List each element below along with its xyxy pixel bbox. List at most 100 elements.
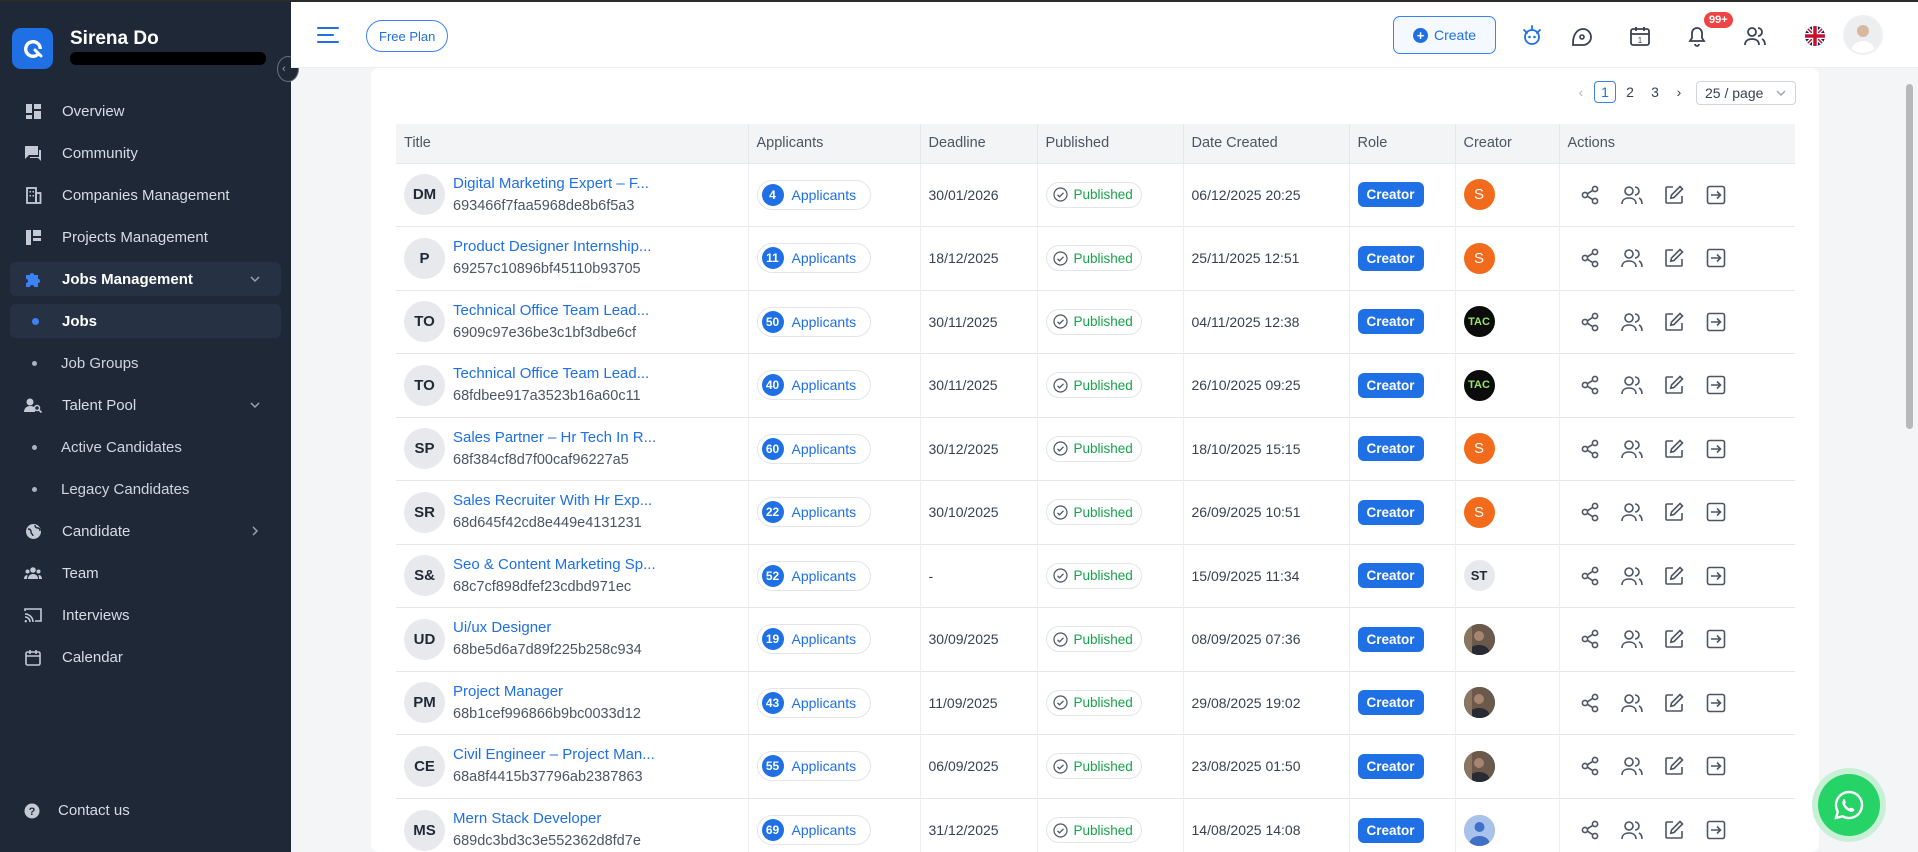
- share-icon[interactable]: [1578, 754, 1602, 778]
- job-title-link[interactable]: Technical Office Team Lead...: [453, 300, 649, 322]
- view-applicants-icon[interactable]: [1620, 691, 1644, 715]
- column-header-role[interactable]: Role: [1349, 124, 1456, 163]
- open-job-icon[interactable]: [1704, 691, 1728, 715]
- contact-us-link[interactable]: ? Contact us: [24, 802, 130, 819]
- creator-avatar[interactable]: S: [1463, 496, 1495, 528]
- share-icon[interactable]: [1578, 437, 1602, 461]
- job-title-link[interactable]: Ui/ux Designer: [453, 617, 642, 639]
- view-applicants-icon[interactable]: [1620, 754, 1644, 778]
- creator-avatar[interactable]: [1463, 623, 1495, 655]
- column-header-title[interactable]: Title: [396, 124, 749, 163]
- sidebar-item-projects[interactable]: Projects Management: [10, 220, 281, 254]
- view-applicants-icon[interactable]: [1620, 818, 1644, 842]
- applicants-badge[interactable]: 4 Applicants: [756, 179, 872, 210]
- page-scrollbar[interactable]: [1906, 84, 1913, 429]
- view-applicants-icon[interactable]: [1620, 437, 1644, 461]
- sidebar-item-job-groups[interactable]: Job Groups: [10, 346, 281, 380]
- edit-icon[interactable]: [1662, 564, 1686, 588]
- open-job-icon[interactable]: [1704, 246, 1728, 270]
- bell-icon[interactable]: [1685, 24, 1709, 48]
- brand[interactable]: Sirena Do: [12, 28, 266, 69]
- column-header-creator[interactable]: Creator: [1455, 124, 1560, 163]
- column-header-published[interactable]: Published: [1037, 124, 1184, 163]
- user-avatar[interactable]: [1843, 15, 1883, 55]
- applicants-badge[interactable]: 55 Applicants: [756, 751, 872, 782]
- sidebar-item-interviews[interactable]: Interviews: [10, 598, 281, 632]
- applicants-badge[interactable]: 22 Applicants: [756, 497, 872, 528]
- creator-avatar[interactable]: S: [1463, 433, 1495, 465]
- create-button[interactable]: + Create: [1393, 16, 1496, 54]
- creator-avatar[interactable]: TAC: [1463, 369, 1495, 401]
- share-icon[interactable]: [1578, 564, 1602, 588]
- pagination-page-1[interactable]: 1: [1594, 81, 1616, 103]
- share-icon[interactable]: [1578, 373, 1602, 397]
- open-job-icon[interactable]: [1704, 818, 1728, 842]
- share-icon[interactable]: [1578, 183, 1602, 207]
- column-header-applicants[interactable]: Applicants: [748, 124, 921, 163]
- edit-icon[interactable]: [1662, 691, 1686, 715]
- pagination-prev[interactable]: ‹: [1570, 81, 1592, 103]
- edit-icon[interactable]: [1662, 754, 1686, 778]
- share-icon[interactable]: [1578, 500, 1602, 524]
- sidebar-item-team[interactable]: Team: [10, 556, 281, 590]
- view-applicants-icon[interactable]: [1620, 373, 1644, 397]
- view-applicants-icon[interactable]: [1620, 183, 1644, 207]
- edit-icon[interactable]: [1662, 627, 1686, 651]
- creator-avatar[interactable]: [1463, 814, 1495, 846]
- creator-avatar[interactable]: S: [1463, 179, 1495, 211]
- creator-avatar[interactable]: [1463, 687, 1495, 719]
- sidebar-item-legacy-candidates[interactable]: Legacy Candidates: [10, 472, 281, 506]
- edit-icon[interactable]: [1662, 246, 1686, 270]
- pagination-next[interactable]: ›: [1668, 81, 1690, 103]
- edit-icon[interactable]: [1662, 437, 1686, 461]
- applicants-badge[interactable]: 52 Applicants: [756, 560, 872, 591]
- view-applicants-icon[interactable]: [1620, 564, 1644, 588]
- share-icon[interactable]: [1578, 310, 1602, 334]
- sidebar-item-jobs-management[interactable]: Jobs Management: [10, 262, 281, 296]
- share-icon[interactable]: [1578, 246, 1602, 270]
- pagination-page-2[interactable]: 2: [1619, 81, 1641, 103]
- open-job-icon[interactable]: [1704, 500, 1728, 524]
- share-icon[interactable]: [1578, 818, 1602, 842]
- open-job-icon[interactable]: [1704, 564, 1728, 588]
- job-title-link[interactable]: Project Manager: [453, 681, 641, 703]
- edit-icon[interactable]: [1662, 310, 1686, 334]
- sidebar-item-community[interactable]: Community: [10, 136, 281, 170]
- free-plan-badge[interactable]: Free Plan: [366, 20, 449, 52]
- creator-avatar[interactable]: [1463, 750, 1495, 782]
- job-title-link[interactable]: Product Designer Internship...: [453, 236, 651, 258]
- menu-toggle-icon[interactable]: [317, 26, 339, 49]
- applicants-badge[interactable]: 43 Applicants: [756, 687, 872, 718]
- edit-icon[interactable]: [1662, 500, 1686, 524]
- column-header-date-created[interactable]: Date Created: [1183, 124, 1350, 163]
- job-title-link[interactable]: Technical Office Team Lead...: [453, 363, 649, 385]
- page-size-select[interactable]: 25 / page: [1696, 81, 1796, 105]
- job-title-link[interactable]: Sales Recruiter With Hr Exp...: [453, 490, 652, 512]
- job-title-link[interactable]: Seo & Content Marketing Sp...: [453, 554, 656, 576]
- calendar-icon[interactable]: 1: [1628, 24, 1652, 48]
- applicants-badge[interactable]: 11 Applicants: [756, 243, 872, 274]
- creator-avatar[interactable]: ST: [1463, 560, 1495, 592]
- open-job-icon[interactable]: [1704, 754, 1728, 778]
- applicants-badge[interactable]: 19 Applicants: [756, 624, 872, 655]
- sidebar-item-companies[interactable]: Companies Management: [10, 178, 281, 212]
- open-job-icon[interactable]: [1704, 373, 1728, 397]
- share-icon[interactable]: [1578, 627, 1602, 651]
- open-job-icon[interactable]: [1704, 183, 1728, 207]
- creator-avatar[interactable]: S: [1463, 242, 1495, 274]
- whatsapp-button[interactable]: [1812, 768, 1886, 842]
- users-icon[interactable]: [1743, 24, 1767, 48]
- sidebar-item-overview[interactable]: Overview: [10, 94, 281, 128]
- share-icon[interactable]: [1578, 691, 1602, 715]
- job-title-link[interactable]: Mern Stack Developer: [453, 808, 641, 830]
- job-title-link[interactable]: Sales Partner – Hr Tech In R...: [453, 427, 656, 449]
- edit-icon[interactable]: [1662, 373, 1686, 397]
- applicants-badge[interactable]: 69 Applicants: [756, 815, 872, 845]
- open-job-icon[interactable]: [1704, 437, 1728, 461]
- sidebar-item-calendar[interactable]: Calendar: [10, 640, 281, 674]
- creator-avatar[interactable]: TAC: [1463, 306, 1495, 338]
- open-job-icon[interactable]: [1704, 627, 1728, 651]
- applicants-badge[interactable]: 60 Applicants: [756, 433, 872, 464]
- pagination-page-3[interactable]: 3: [1644, 81, 1666, 103]
- ai-assistant-icon[interactable]: [1520, 24, 1544, 48]
